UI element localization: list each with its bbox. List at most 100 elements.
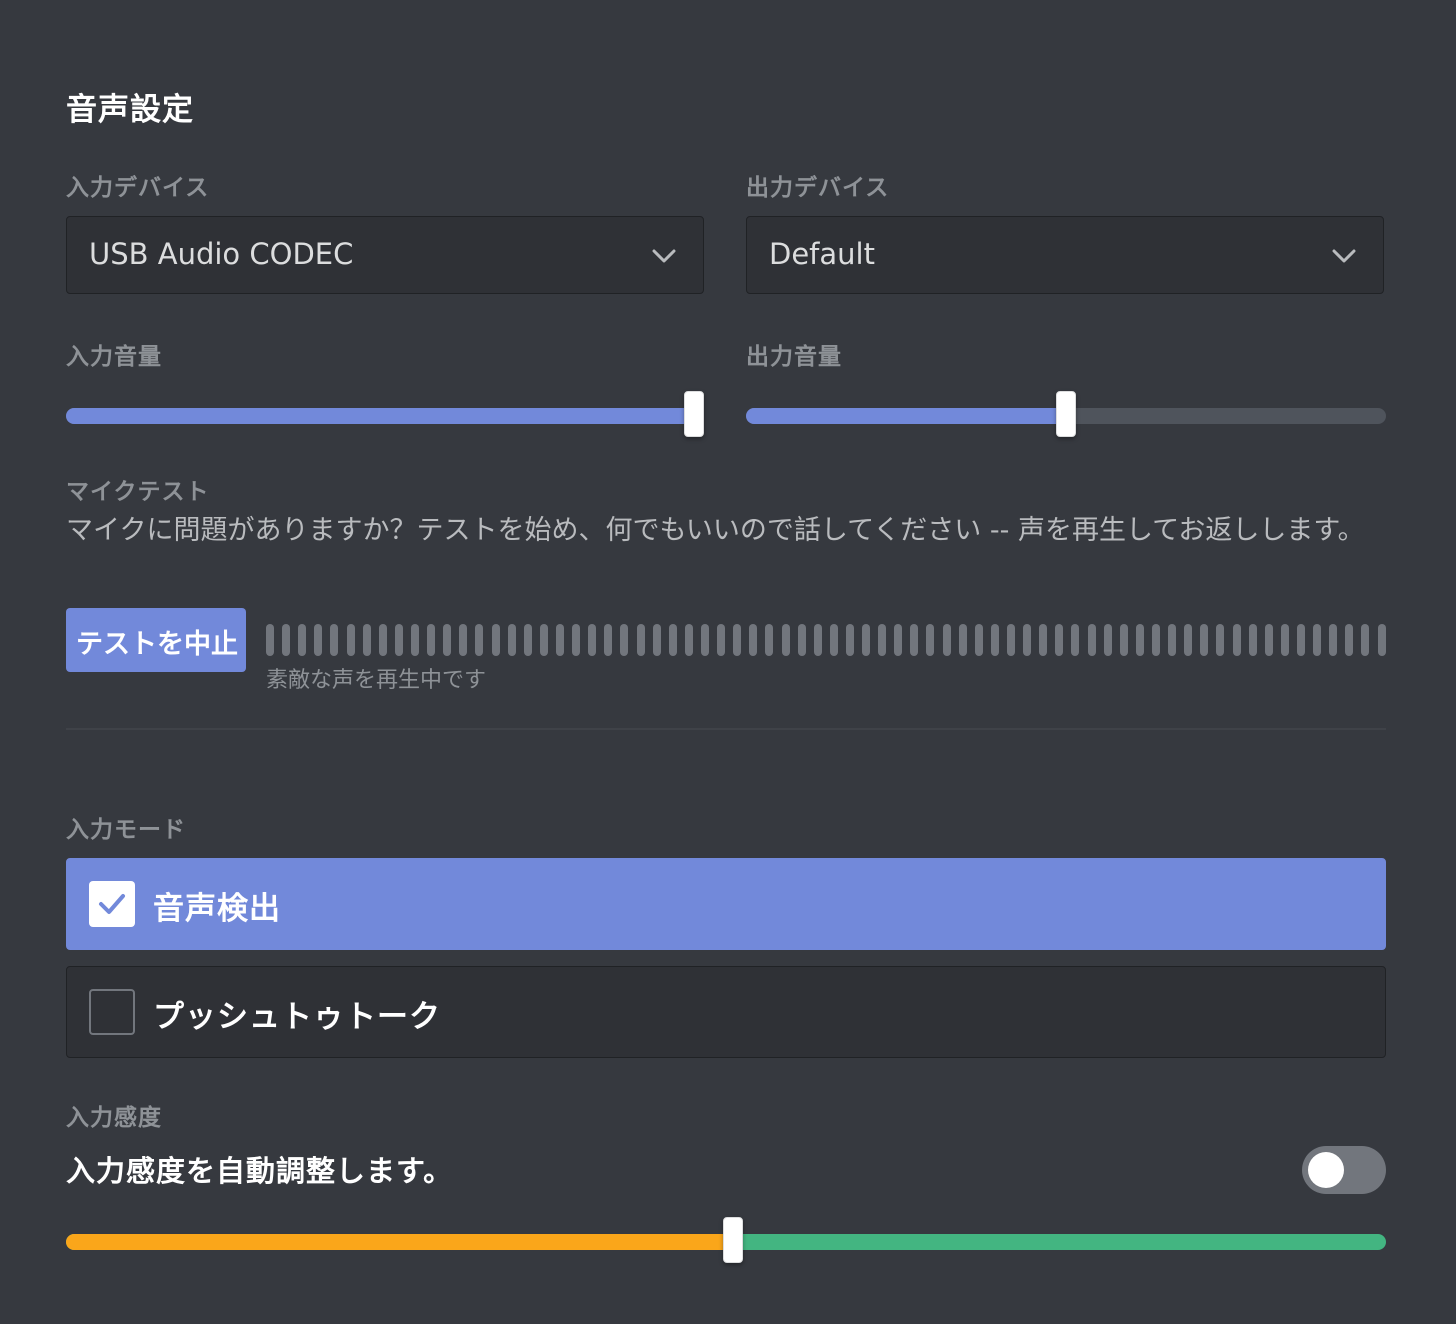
meter-bar (523, 624, 532, 656)
checkbox-unchecked[interactable] (89, 989, 135, 1035)
meter-bar (894, 624, 903, 656)
output-device-select[interactable]: Default (746, 216, 1384, 294)
meter-bar (266, 624, 274, 656)
meter-bar (765, 624, 774, 656)
checkbox-checked[interactable] (89, 881, 135, 927)
meter-bar (668, 624, 677, 656)
meter-bar (346, 624, 355, 656)
meter-bar (942, 624, 951, 656)
auto-sensitivity-label: 入力感度を自動調整します。 (66, 1154, 454, 1188)
meter-bar (652, 624, 661, 656)
meter-bar (1200, 624, 1209, 656)
input-mode-label: 入力モード (66, 817, 186, 843)
meter-bar (1184, 624, 1193, 656)
meter-bar (700, 624, 709, 656)
meter-bar (1135, 624, 1144, 656)
meter-bar (1168, 624, 1177, 656)
input-mode-option-label: 音声検出 (153, 891, 281, 927)
meter-bar (1007, 624, 1016, 656)
meter-bar (958, 624, 967, 656)
meter-bar (491, 624, 500, 656)
section-title: 音声設定 (66, 92, 194, 128)
meter-bar (717, 624, 726, 656)
meter-bar (394, 624, 403, 656)
meter-bar (733, 624, 742, 656)
meter-bar (862, 624, 871, 656)
stop-test-button[interactable]: テストを中止 (66, 608, 246, 672)
meter-bar (1119, 624, 1128, 656)
meter-bar (845, 624, 854, 656)
input-mode-option-push-to-talk[interactable]: プッシュトゥトーク (66, 966, 1386, 1058)
mic-test-description: マイクに問題がありますか？テストを始め、何でもいいので話してください -- 声を… (66, 515, 1365, 546)
output-volume-slider-thumb[interactable] (1056, 391, 1076, 437)
meter-bar (1071, 624, 1080, 656)
check-icon (99, 894, 125, 914)
meter-bar (1023, 624, 1032, 656)
meter-bar (910, 624, 919, 656)
meter-bar (555, 624, 564, 656)
meter-bar (427, 624, 436, 656)
input-mode-option-voice-activity[interactable]: 音声検出 (66, 858, 1386, 950)
input-volume-slider-fill (66, 408, 694, 424)
divider (66, 728, 1386, 730)
meter-bar (588, 624, 597, 656)
mic-test-label: マイクテスト (66, 479, 210, 505)
input-mode-option-label: プッシュトゥトーク (153, 999, 441, 1035)
chevron-down-icon (1332, 249, 1356, 263)
input-device-select[interactable]: USB Audio CODEC (66, 216, 704, 294)
meter-bar (539, 624, 548, 656)
mic-test-caption: 素敵な声を再生中です (266, 668, 487, 693)
meter-bar (684, 624, 693, 656)
meter-bar (1103, 624, 1112, 656)
meter-bar (1377, 624, 1386, 656)
sensitivity-slider-thumb[interactable] (722, 1217, 743, 1263)
output-device-label: 出力デバイス (746, 175, 890, 201)
meter-bar (298, 624, 307, 656)
meter-bar (1248, 624, 1257, 656)
meter-bar (507, 624, 516, 656)
meter-bar (1232, 624, 1241, 656)
meter-bar (362, 624, 371, 656)
output-device-value: Default (769, 237, 875, 271)
input-volume-label: 入力音量 (66, 344, 162, 370)
meter-bar (1216, 624, 1225, 656)
meter-bar (1345, 624, 1354, 656)
meter-bar (282, 624, 291, 656)
meter-bar (1313, 624, 1322, 656)
meter-bar (990, 624, 999, 656)
meter-bar (1329, 624, 1338, 656)
meter-bar (1264, 624, 1273, 656)
input-device-value: USB Audio CODEC (89, 237, 354, 271)
meter-bar (829, 624, 838, 656)
meter-bar (1297, 624, 1305, 656)
voice-settings-panel: 音声設定 入力デバイス USB Audio CODEC 出力デバイス Defau… (0, 0, 1456, 1324)
meter-bar (749, 624, 758, 656)
meter-bar (926, 624, 935, 656)
meter-bar (974, 624, 983, 656)
meter-bar (636, 624, 645, 656)
meter-bar (604, 624, 613, 656)
input-volume-slider-track[interactable] (66, 408, 704, 424)
meter-bar (1087, 624, 1096, 656)
meter-bar (781, 624, 790, 656)
meter-bar (1055, 624, 1064, 656)
meter-bar (797, 624, 806, 656)
meter-bar (1039, 624, 1048, 656)
toggle-knob (1308, 1152, 1344, 1188)
input-device-label: 入力デバイス (66, 175, 210, 201)
input-volume-slider-thumb[interactable] (684, 391, 704, 437)
meter-bar (1361, 624, 1370, 656)
meter-bar (410, 624, 419, 656)
meter-bar (1280, 624, 1289, 656)
meter-bar (475, 624, 484, 656)
meter-bar (378, 624, 387, 656)
auto-sensitivity-toggle[interactable] (1302, 1146, 1386, 1194)
meter-bar (459, 624, 468, 656)
meter-bar (314, 624, 323, 656)
output-volume-label: 出力音量 (746, 344, 842, 370)
output-volume-slider-fill (746, 408, 1066, 424)
meter-bar (443, 624, 452, 656)
meter-bar (878, 624, 887, 656)
sensitivity-slider-low-segment (66, 1234, 733, 1250)
meter-bar (813, 624, 822, 656)
